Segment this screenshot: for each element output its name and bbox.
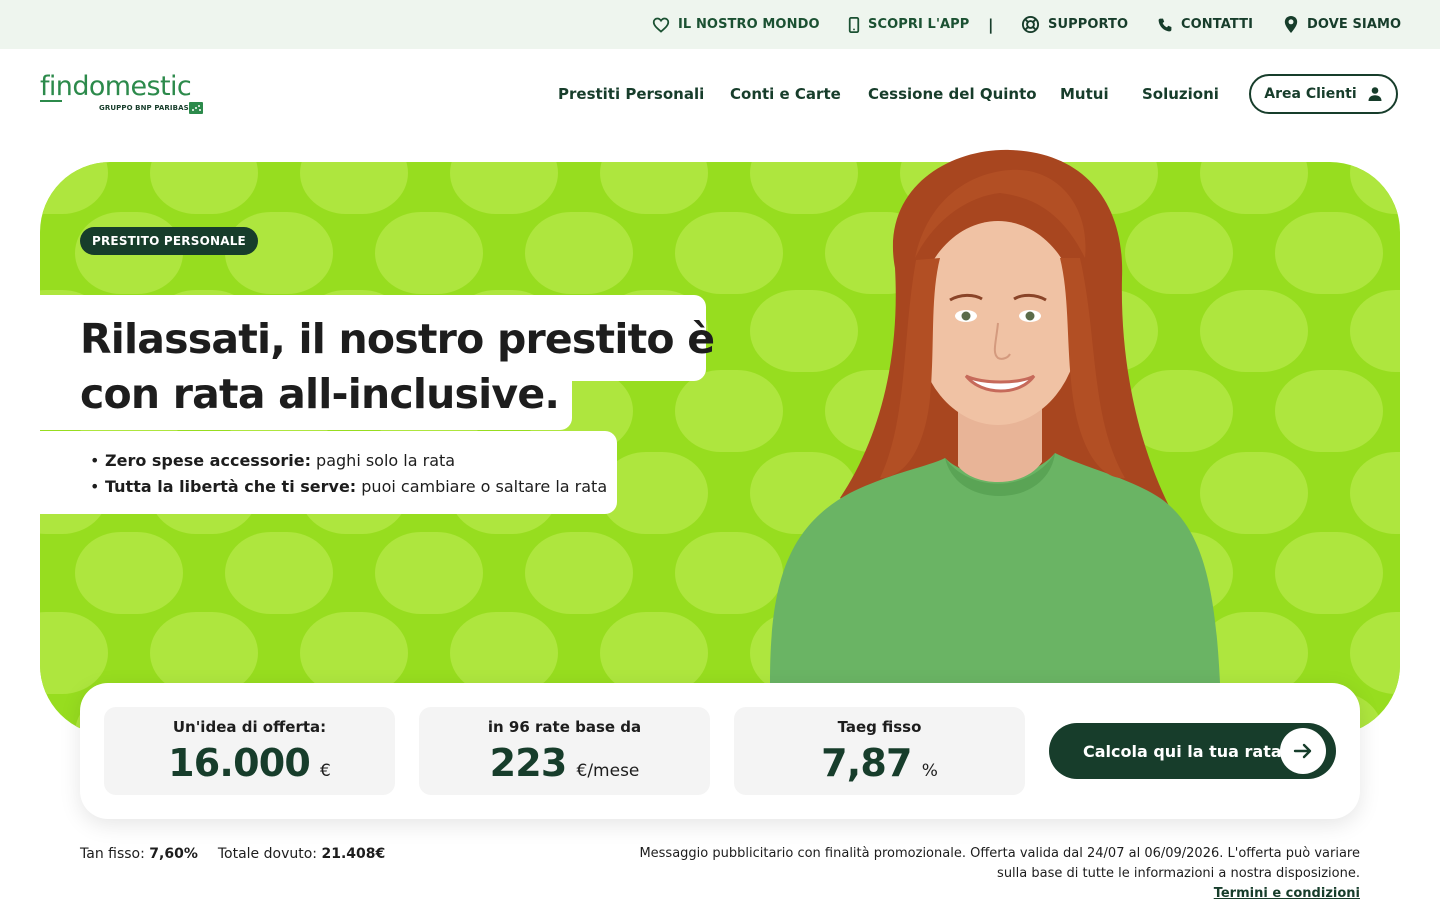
lifebuoy-icon	[1021, 15, 1040, 34]
offer-taeg-value: 7,87	[821, 741, 912, 785]
arrow-right-icon[interactable]	[1280, 728, 1326, 774]
hero-title-regular: Rilassati, il nostro	[80, 315, 497, 363]
offer-amount-value: 16.000	[168, 741, 311, 785]
hero-bullets: Zero spese accessorie: paghi solo la rat…	[90, 448, 607, 500]
offer-amount-unit: €	[320, 761, 331, 781]
bullet-bold: Zero spese accessorie:	[105, 451, 311, 470]
nav-conti-e-carte[interactable]: Conti e Carte	[730, 84, 841, 104]
disclaimer-line-2: sulla base di tutte le informazioni a no…	[997, 866, 1360, 881]
area-clienti-button[interactable]: Area Clienti	[1249, 74, 1398, 114]
rate-details: Tan fisso: 7,60% Totale dovuto: 21.408€	[80, 846, 385, 862]
terms-link[interactable]: Termini e condizioni	[600, 884, 1360, 900]
nav-soluzioni[interactable]: Soluzioni	[1142, 84, 1219, 104]
phone-icon	[1158, 18, 1172, 31]
offer-installment-value: 223	[489, 741, 568, 785]
hero-title: Rilassati, il nostro prestito è con rata…	[80, 312, 720, 422]
heart-icon	[652, 17, 670, 33]
offer-taeg-box: Taeg fisso 7,87 %	[734, 707, 1025, 795]
offer-installment-label: in 96 rate base da	[487, 718, 642, 736]
nav-scopri-app-label: SCOPRI L'APP	[868, 17, 970, 32]
nav-prestiti-personali[interactable]: Prestiti Personali	[558, 84, 704, 104]
nav-supporto[interactable]: SUPPORTO	[1021, 0, 1128, 49]
nav-il-nostro-mondo-label: IL NOSTRO MONDO	[678, 17, 820, 32]
model-photo	[730, 148, 1230, 683]
bnp-stars-icon	[189, 102, 203, 114]
product-badge: PRESTITO PERSONALE	[80, 227, 258, 255]
nav-dove-siamo-label: DOVE SIAMO	[1307, 17, 1402, 32]
nav-supporto-label: SUPPORTO	[1048, 17, 1129, 32]
legal-disclaimer: Messaggio pubblicitario con finalità pro…	[600, 844, 1360, 900]
logo-wordmark: findomestic	[40, 71, 192, 102]
offer-installment-unit: €/mese	[576, 761, 640, 781]
topbar-separator: |	[988, 15, 994, 34]
bullet-text: paghi solo la rata	[310, 451, 456, 470]
bullet-bold: Tutta la libertà che ti serve:	[105, 477, 357, 496]
nav-il-nostro-mondo[interactable]: IL NOSTRO MONDO	[652, 0, 820, 49]
nav-dove-siamo[interactable]: DOVE SIAMO	[1283, 0, 1401, 49]
list-item: Zero spese accessorie: paghi solo la rat…	[90, 448, 607, 474]
offer-taeg-unit: %	[921, 761, 938, 781]
user-icon	[1368, 87, 1382, 101]
tan-info: Tan fisso: 7,60%	[80, 846, 198, 862]
findomestic-logo[interactable]: findomestic GRUPPO BNP PARIBAS	[40, 72, 208, 116]
totale-value: 21.408€	[321, 846, 386, 862]
nav-contatti-label: CONTATTI	[1181, 17, 1254, 32]
nav-scopri-app[interactable]: SCOPRI L'APP	[848, 0, 969, 49]
offer-installment-box: in 96 rate base da 223 €/mese	[419, 707, 710, 795]
logo-underline	[40, 100, 62, 102]
tan-label: Tan fisso:	[80, 846, 145, 862]
location-pin-icon	[1284, 15, 1298, 34]
logo-tagline: GRUPPO BNP PARIBAS	[99, 104, 189, 112]
calcola-rata-label: Calcola qui la tua rata	[1083, 741, 1282, 761]
offer-amount-box: Un'idea di offerta: 16.000 €	[104, 707, 395, 795]
tan-value: 7,60%	[149, 846, 198, 862]
smartphone-icon	[848, 16, 860, 33]
bullet-text: puoi cambiare o saltare la rata	[356, 477, 608, 496]
area-clienti-label: Area Clienti	[1264, 86, 1357, 102]
hero-title-bold-1: prestito è	[496, 315, 715, 363]
totale-label: Totale dovuto:	[217, 846, 318, 862]
offer-amount-label: Un'idea di offerta:	[172, 718, 327, 736]
nav-cessione-del-quinto[interactable]: Cessione del Quinto	[868, 84, 1037, 104]
offer-taeg-label: Taeg fisso	[837, 718, 922, 736]
nav-mutui[interactable]: Mutui	[1060, 84, 1109, 104]
totale-info: Totale dovuto: 21.408€	[218, 846, 385, 862]
list-item: Tutta la libertà che ti serve: puoi camb…	[90, 474, 607, 500]
nav-contatti[interactable]: CONTATTI	[1157, 0, 1253, 49]
disclaimer-line-1: Messaggio pubblicitario con finalità pro…	[639, 846, 1360, 861]
hero-title-bold-2: con rata all-inclusive.	[80, 370, 560, 418]
